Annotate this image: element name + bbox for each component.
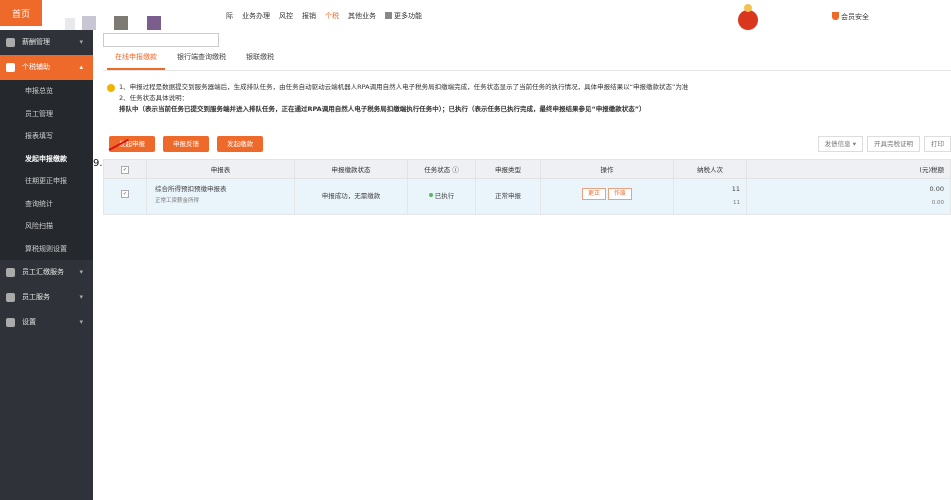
- tab-unionpay[interactable]: 银联缴税: [238, 52, 282, 70]
- count-sub: 11: [733, 200, 740, 206]
- notice-line: 排队中（表示当前任务已提交到服务端并进入排队任务，正在通过RPA调用自然人电子税…: [119, 105, 646, 113]
- mascot-icon[interactable]: [738, 4, 758, 30]
- shield-icon: [832, 12, 839, 20]
- step-annotation: 9.: [93, 158, 103, 169]
- nav-item[interactable]: 其他业务: [348, 11, 376, 21]
- status-cell: 申报成功，无需缴款: [294, 178, 408, 215]
- grid-icon: [6, 268, 15, 277]
- right-buttons: 发债信息 ▾ 开具完税证明 打印: [817, 136, 951, 152]
- col-header: 申报类型: [475, 159, 541, 179]
- nav-item[interactable]: 业务办理: [242, 11, 270, 21]
- tax-icon: [6, 63, 15, 72]
- sidebar-group-employee-service[interactable]: 员工服务 ▾: [0, 285, 93, 310]
- tab-bar: 在线申报缴款 银行端查询缴税 银联缴税: [107, 52, 286, 70]
- sidebar-group-settlement[interactable]: 员工汇缴服务 ▾: [0, 260, 93, 285]
- tax-certificate-button[interactable]: 开具完税证明: [867, 136, 920, 152]
- payment-button[interactable]: 发起缴款: [217, 136, 263, 152]
- top-nav: 际 业务办理 风控 报销 个税 其他业务 更多功能: [226, 11, 431, 21]
- sidebar-item-correction[interactable]: 往期更正申报: [0, 170, 93, 193]
- declaration-table: ✓ 申报表 申报缴款状态 任务状态 ⓘ 申报类型 操作 纳税人次 (元)税额 ✓…: [103, 159, 951, 215]
- blurred-avatar: [147, 16, 161, 30]
- sidebar-item-overview[interactable]: 申报总览: [0, 80, 93, 103]
- sidebar: 薪酬管理 ▾ 个税辅助 ▴ 申报总览 员工管理 报表填写 发起申报缴款 往期更正申报…: [0, 30, 93, 500]
- checkbox[interactable]: ✓: [121, 190, 129, 198]
- nav-item[interactable]: 风控: [279, 11, 293, 21]
- col-header: 操作: [540, 159, 674, 179]
- tab-online-declare[interactable]: 在线申报缴款: [107, 52, 165, 70]
- count-cell: 11 11: [673, 178, 747, 215]
- row-select[interactable]: ✓: [103, 178, 147, 215]
- correct-button[interactable]: 更正: [581, 188, 606, 200]
- top-bar: 首页 际 业务办理 风控 报销 个税 其他业务 更多功能 会员安全: [0, 0, 951, 31]
- col-header: 申报缴款状态: [294, 159, 408, 179]
- users-icon: [6, 293, 15, 302]
- chevron-down-icon: ▾: [79, 293, 83, 301]
- tax-cell: 0.00 0.00: [746, 178, 951, 215]
- blurred-avatar: [82, 16, 96, 30]
- warning-icon: [107, 84, 115, 92]
- chevron-down-icon: ▾: [79, 38, 83, 46]
- select-all-header[interactable]: ✓: [103, 159, 147, 179]
- table-row[interactable]: ✓ 综合所得预扣预缴申报表 正常工资薪金所得 申报成功，无需缴款 已执行 正常申报…: [103, 178, 951, 215]
- form-name: 综合所得预扣预缴申报表: [155, 185, 227, 193]
- col-header: 纳税人次: [673, 159, 747, 179]
- issue-info-button[interactable]: 发债信息 ▾: [817, 136, 863, 152]
- chevron-down-icon: ▾: [79, 268, 83, 276]
- col-header: 申报表: [146, 159, 295, 179]
- home-tab[interactable]: 首页: [0, 0, 42, 26]
- info-icon[interactable]: ⓘ: [452, 166, 459, 174]
- wallet-icon: [6, 38, 15, 47]
- sidebar-group-payroll[interactable]: 薪酬管理 ▾: [0, 30, 93, 55]
- type-cell: 正常申报: [475, 178, 541, 215]
- checkbox[interactable]: ✓: [121, 165, 129, 174]
- form-name-cell: 综合所得预扣预缴申报表 正常工资薪金所得: [146, 178, 295, 215]
- sidebar-item-risk-scan[interactable]: 风险扫描: [0, 215, 93, 238]
- feedback-button[interactable]: 申报反馈: [163, 136, 209, 152]
- void-button[interactable]: 作废: [608, 188, 633, 200]
- tax-sub: 0.00: [931, 200, 944, 206]
- sidebar-item-statistics[interactable]: 查询统计: [0, 192, 93, 215]
- chevron-down-icon: ▾: [79, 318, 83, 326]
- notice-box: 1、申报过程是数据提交到服务器端后，生成排队任务，由任务自动驱动云端机器人RPA…: [107, 82, 807, 115]
- grid-icon: [385, 12, 392, 19]
- col-header: 任务状态 ⓘ: [407, 159, 476, 179]
- period-selector[interactable]: [103, 33, 219, 47]
- table-header: ✓ 申报表 申报缴款状态 任务状态 ⓘ 申报类型 操作 纳税人次 (元)税额: [103, 159, 951, 179]
- action-cell: 更正 作废: [540, 178, 674, 215]
- tab-bank-query[interactable]: 银行端查询缴税: [169, 52, 234, 70]
- notice-line: 1、申报过程是数据提交到服务器端后，生成排队任务，由任务自动驱动云端机器人RPA…: [119, 83, 689, 91]
- sidebar-item-tax-rules[interactable]: 算税规则设置: [0, 237, 93, 260]
- blurred-avatar: [114, 16, 128, 30]
- chevron-up-icon: ▴: [79, 63, 83, 71]
- sidebar-group-settings[interactable]: 设置 ▾: [0, 310, 93, 335]
- sidebar-item-report-fill[interactable]: 报表填写: [0, 125, 93, 148]
- blurred-avatar: [65, 18, 75, 30]
- status-dot-icon: [428, 193, 433, 197]
- count-value: 11: [731, 185, 740, 193]
- member-safety[interactable]: 会员安全: [832, 12, 869, 22]
- sidebar-item-employees[interactable]: 员工管理: [0, 102, 93, 125]
- sidebar-item-declare[interactable]: 发起申报缴款: [0, 147, 93, 170]
- notice-line: 2、任务状态具体说明：: [119, 94, 189, 102]
- task-status-cell: 已执行: [407, 178, 476, 215]
- gear-icon: [6, 318, 15, 327]
- nav-item-active[interactable]: 个税: [325, 11, 339, 21]
- tax-value: 0.00: [929, 185, 944, 193]
- more-functions[interactable]: 更多功能: [385, 11, 422, 21]
- sidebar-group-tax[interactable]: 个税辅助 ▴: [0, 55, 93, 80]
- divider: [103, 70, 951, 71]
- nav-item[interactable]: 际: [226, 11, 233, 21]
- print-button[interactable]: 打印: [924, 136, 951, 152]
- main-content: 在线申报缴款 银行端查询缴税 银联缴税 1、申报过程是数据提交到服务器端后，生成…: [93, 30, 951, 500]
- nav-item[interactable]: 报销: [302, 11, 316, 21]
- chevron-down-icon: ▾: [852, 140, 856, 148]
- action-buttons: 发起申报 申报反馈 发起缴款: [109, 136, 263, 152]
- form-subname: 正常工资薪金所得: [155, 198, 200, 204]
- col-header: (元)税额: [746, 159, 951, 179]
